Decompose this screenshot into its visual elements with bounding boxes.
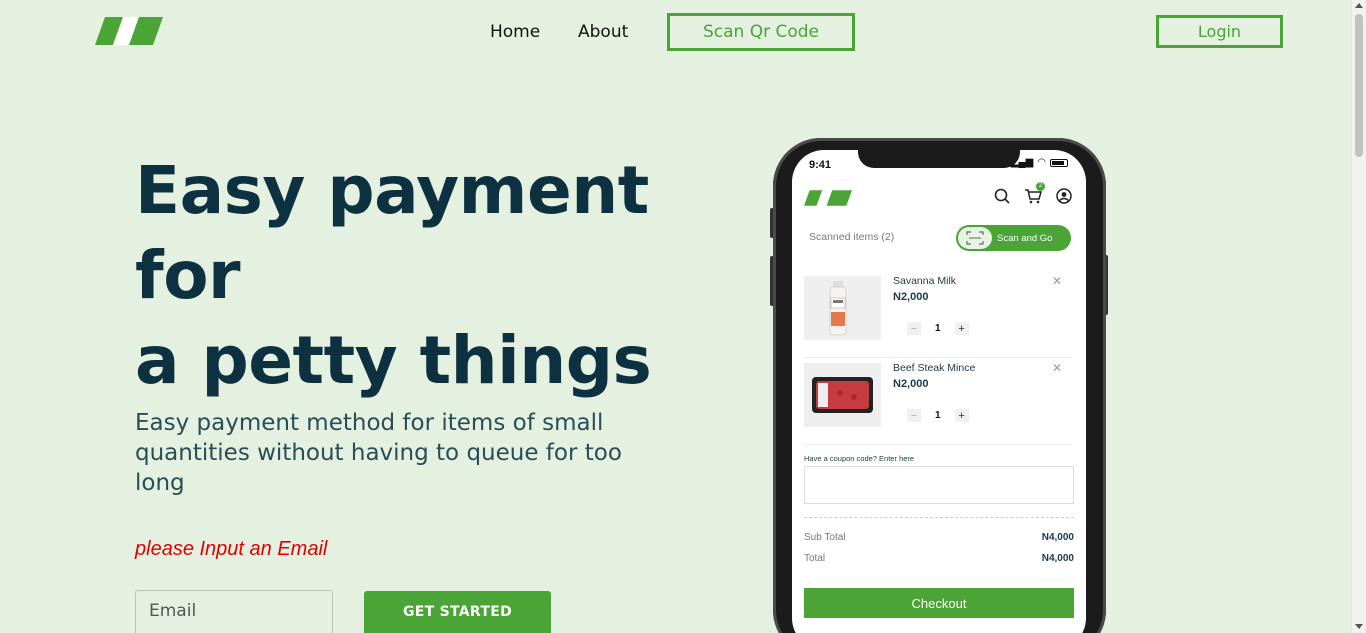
cart-count-badge: 2 (1036, 182, 1045, 191)
subtotal-row: Sub Total N4,000 (804, 532, 1074, 543)
wifi-icon: ◠ (1037, 157, 1046, 168)
hero-title: Easy payment for a petty things (135, 148, 755, 403)
product-image-milk (804, 276, 881, 340)
cart-item: Beef Steak Mince N2,000 ✕ − 1 + (804, 361, 1072, 445)
quantity-stepper: − 1 + (907, 322, 969, 335)
item-quantity: 1 (935, 323, 941, 334)
scanned-items-label: Scanned items (2) (809, 231, 895, 243)
nav-home-link[interactable]: Home (490, 22, 540, 42)
remove-item-close-icon[interactable]: ✕ (1052, 274, 1062, 288)
phone-screen: 9:41 ▂▄▆ ◠ 2 Scanned items (2) Scan and … (792, 150, 1086, 633)
item-price: N2,000 (893, 291, 929, 303)
product-image-beef (804, 363, 881, 427)
item-price: N2,000 (893, 378, 929, 390)
status-time: 9:41 (809, 159, 832, 171)
logo-icon[interactable] (95, 17, 163, 45)
scan-qr-button[interactable]: Scan Qr Code (667, 13, 855, 51)
plus-icon[interactable]: + (954, 322, 969, 335)
item-name: Beef Steak Mince (893, 362, 976, 374)
signal-icon: ▂▄▆ (1010, 157, 1034, 168)
battery-icon (1050, 158, 1068, 167)
phone-notch (858, 150, 1020, 168)
minus-icon[interactable]: − (907, 322, 921, 335)
scan-and-go-label: Scan and Go (997, 232, 1053, 244)
subtotal-value: N4,000 (1041, 532, 1074, 543)
scan-and-go-button[interactable]: Scan and Go (956, 225, 1071, 251)
cart-button[interactable]: 2 (1024, 182, 1045, 204)
total-value: N4,000 (1041, 553, 1074, 564)
scan-icon (958, 227, 992, 249)
quantity-stepper: − 1 + (907, 409, 969, 422)
checkout-button[interactable]: Checkout (804, 588, 1074, 618)
nav-about-link[interactable]: About (578, 22, 628, 42)
scroll-thumb[interactable] (1355, 14, 1363, 157)
user-icon[interactable] (1056, 188, 1072, 204)
app-logo-icon (804, 190, 852, 206)
total-row: Total N4,000 (804, 553, 1074, 564)
email-field[interactable] (135, 590, 333, 633)
email-error-message: please Input an Email (135, 538, 328, 560)
remove-item-close-icon[interactable]: ✕ (1052, 361, 1062, 375)
login-button[interactable]: Login (1156, 15, 1283, 48)
cart-item: Savanna Milk N2,000 ✕ − 1 + (804, 274, 1072, 358)
coupon-label: Have a coupon code? Enter here (804, 454, 915, 463)
get-started-button[interactable]: GET STARTED (364, 591, 551, 633)
hero-title-line-1: Easy payment for (135, 152, 649, 314)
minus-icon[interactable]: − (907, 409, 921, 422)
item-quantity: 1 (935, 410, 941, 421)
scroll-up-icon[interactable] (1355, 3, 1363, 8)
divider (804, 517, 1074, 518)
page-scrollbar[interactable] (1351, 0, 1366, 633)
status-icons: ▂▄▆ ◠ (1011, 157, 1068, 168)
app-header-icons: 2 (994, 182, 1072, 204)
subtotal-label: Sub Total (804, 532, 846, 543)
hero-subtitle: Easy payment method for items of small q… (135, 410, 622, 496)
plus-icon[interactable]: + (954, 409, 969, 422)
hero-title-line-2: a petty things (135, 322, 652, 399)
coupon-input[interactable] (804, 466, 1074, 504)
scroll-down-icon[interactable] (1355, 624, 1363, 629)
total-label: Total (804, 553, 826, 564)
search-icon[interactable] (994, 188, 1010, 204)
item-name: Savanna Milk (893, 275, 957, 287)
